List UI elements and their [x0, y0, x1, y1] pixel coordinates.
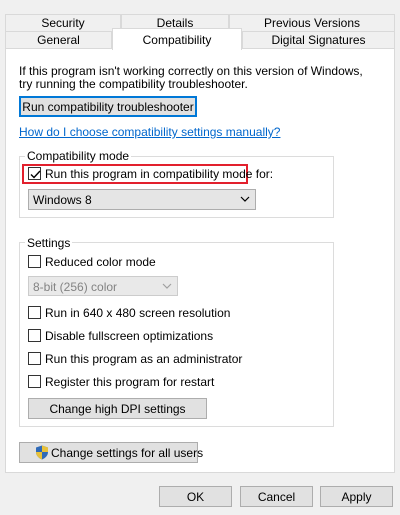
- change-settings-all-users-label: Change settings for all users: [51, 446, 204, 460]
- tab-general[interactable]: General: [5, 31, 112, 49]
- tab-label: Security: [41, 16, 85, 30]
- resolution-640-label[interactable]: Run in 640 x 480 screen resolution: [45, 306, 230, 320]
- settings-title: Settings: [25, 236, 73, 250]
- intro-line-2: try running the compatibility troublesho…: [19, 77, 248, 91]
- os-version-value: Windows 8: [33, 193, 92, 207]
- reduced-color-label[interactable]: Reduced color mode: [45, 255, 156, 269]
- change-settings-all-users-button[interactable]: Change settings for all users: [19, 442, 203, 463]
- uac-shield-icon: [36, 445, 48, 460]
- chevron-down-icon: [162, 283, 172, 289]
- tab-digital-signatures[interactable]: Digital Signatures: [242, 31, 395, 49]
- compatibility-mode-checkbox[interactable]: [28, 167, 41, 180]
- apply-button[interactable]: Apply: [320, 486, 393, 507]
- disable-fullscreen-optimizations-checkbox[interactable]: [28, 329, 41, 342]
- os-version-select[interactable]: Windows 8: [28, 189, 256, 210]
- manual-settings-link[interactable]: How do I choose compatibility settings m…: [19, 125, 280, 139]
- cancel-button[interactable]: Cancel: [240, 486, 313, 507]
- run-as-admin-label[interactable]: Run this program as an administrator: [45, 352, 242, 366]
- run-troubleshooter-button[interactable]: Run compatibility troubleshooter: [19, 96, 197, 117]
- ok-button[interactable]: OK: [159, 486, 232, 507]
- run-as-admin-checkbox[interactable]: [28, 352, 41, 365]
- tab-label: Compatibility: [142, 33, 212, 47]
- tab-security[interactable]: Security: [5, 14, 121, 32]
- register-restart-checkbox[interactable]: [28, 375, 41, 388]
- register-restart-label[interactable]: Register this program for restart: [45, 375, 214, 389]
- reduced-color-checkbox[interactable]: [28, 255, 41, 268]
- compatibility-mode-label[interactable]: Run this program in compatibility mode f…: [45, 167, 273, 181]
- tab-label: Digital Signatures: [271, 33, 366, 47]
- change-high-dpi-button[interactable]: Change high DPI settings: [28, 398, 207, 419]
- color-depth-select: 8-bit (256) color: [28, 276, 178, 296]
- compatibility-mode-title: Compatibility mode: [25, 149, 132, 163]
- tab-compatibility[interactable]: Compatibility: [112, 28, 242, 50]
- tab-label: Previous Versions: [263, 16, 361, 30]
- tab-label: General: [37, 33, 80, 47]
- disable-fullscreen-optimizations-label[interactable]: Disable fullscreen optimizations: [45, 329, 213, 343]
- checkmark-icon: [30, 170, 41, 179]
- chevron-down-icon: [240, 196, 250, 202]
- intro-line-1: If this program isn't working correctly …: [19, 64, 363, 78]
- color-depth-value: 8-bit (256) color: [33, 280, 118, 294]
- tab-previous-versions[interactable]: Previous Versions: [229, 14, 395, 32]
- resolution-640-checkbox[interactable]: [28, 306, 41, 319]
